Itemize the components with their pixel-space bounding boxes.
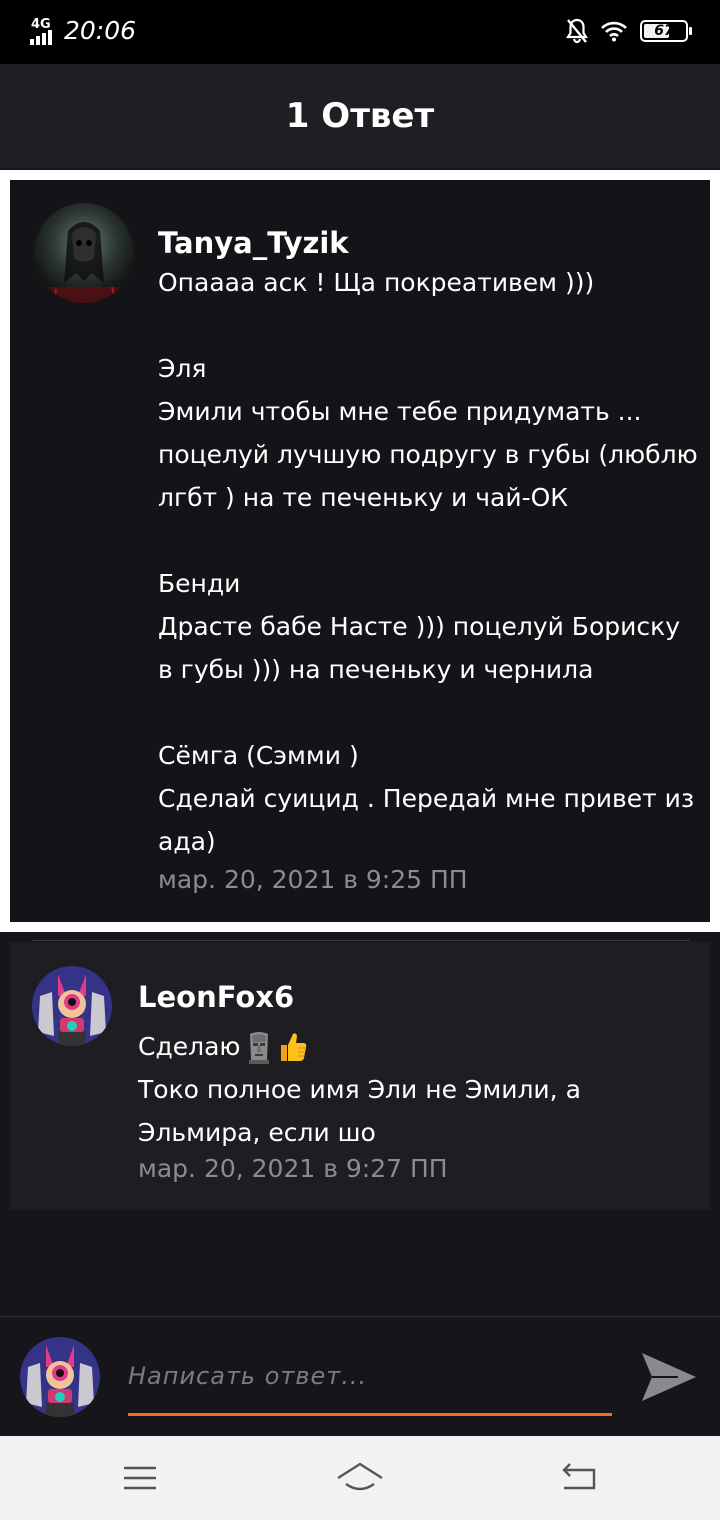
reply-input[interactable] bbox=[128, 1359, 612, 1393]
menu-icon[interactable] bbox=[116, 1458, 164, 1498]
thumbs-up-icon bbox=[281, 1032, 307, 1061]
avatar[interactable] bbox=[34, 203, 134, 303]
comment-line: Дрaсте бабе Насте ))) поцелуй Бориску bbox=[158, 612, 681, 641]
page-title: 1 Ответ bbox=[285, 96, 435, 136]
input-underline bbox=[128, 1413, 612, 1416]
status-time: 20:06 bbox=[64, 16, 137, 45]
header: 1 Ответ bbox=[0, 64, 720, 168]
comment-line: в губы ))) на печеньку и чернила bbox=[158, 655, 594, 684]
comment-line: Опаааа аск ! Ща покреативем ))) bbox=[158, 268, 595, 297]
battery-icon: 67 bbox=[640, 20, 692, 42]
reply-first-line: Сделаю bbox=[138, 1025, 581, 1068]
comment-author[interactable]: Tanya_Tyzik bbox=[158, 226, 349, 260]
comment-line: Эмили чтобы мне тебе придумать ... bbox=[158, 397, 642, 426]
status-bar: 4G 20:06 67 bbox=[0, 0, 720, 64]
battery-level: 67 bbox=[654, 23, 674, 39]
reply-composer bbox=[0, 1316, 720, 1436]
comment-line: Бенди bbox=[158, 569, 241, 598]
comment-line: Сделаю bbox=[138, 1032, 241, 1061]
comment-timestamp: мар. 20, 2021 в 9:25 ПП bbox=[158, 865, 468, 894]
comment-line: лгбт ) на те печеньку и чай-ОК bbox=[158, 483, 569, 512]
wifi-icon bbox=[601, 21, 627, 42]
signal-icon: 4G bbox=[30, 17, 56, 45]
moai-icon bbox=[249, 1031, 270, 1064]
reply-author[interactable]: LeonFox6 bbox=[138, 980, 294, 1014]
comment-line bbox=[158, 304, 698, 347]
comment-line bbox=[158, 519, 698, 562]
comment-line: ада) bbox=[158, 827, 216, 856]
reply-item[interactable]: LeonFox6 Сделаю Токо полное имя Эли не Э… bbox=[10, 942, 710, 1210]
send-icon[interactable] bbox=[638, 1349, 698, 1405]
user-avatar[interactable] bbox=[20, 1337, 100, 1417]
navigation-bar bbox=[0, 1436, 720, 1520]
comment-line: Эльмира, если шо bbox=[138, 1118, 376, 1147]
reply-text: Сделаю Токо полное имя Эли не Эмили, а Э… bbox=[138, 1025, 581, 1154]
comment-line: Токо полное имя Эли не Эмили, а bbox=[138, 1075, 581, 1104]
comment-line: Сёмга (Сэмми ) bbox=[158, 741, 359, 770]
comment-line bbox=[158, 691, 698, 734]
comment-item[interactable]: Tanya_Tyzik Опаааа аск ! Ща покреативем … bbox=[0, 170, 720, 932]
status-right: 67 bbox=[566, 18, 692, 44]
home-icon[interactable] bbox=[336, 1458, 384, 1498]
divider bbox=[32, 940, 690, 941]
comment-text: Опаааа аск ! Ща покреативем ))) Эля Эмил… bbox=[158, 261, 698, 863]
avatar[interactable] bbox=[32, 966, 112, 1046]
comment-line: Эля bbox=[158, 354, 207, 383]
status-left: 4G 20:06 bbox=[30, 16, 136, 45]
comment-line: поцелуй лучшую подругу в губы (люблю bbox=[158, 440, 698, 469]
comment-line: Сделай суицид . Передай мне привет из bbox=[158, 784, 695, 813]
notifications-off-icon bbox=[566, 18, 588, 44]
back-icon[interactable] bbox=[556, 1458, 604, 1498]
reply-timestamp: мар. 20, 2021 в 9:27 ПП bbox=[138, 1154, 448, 1183]
